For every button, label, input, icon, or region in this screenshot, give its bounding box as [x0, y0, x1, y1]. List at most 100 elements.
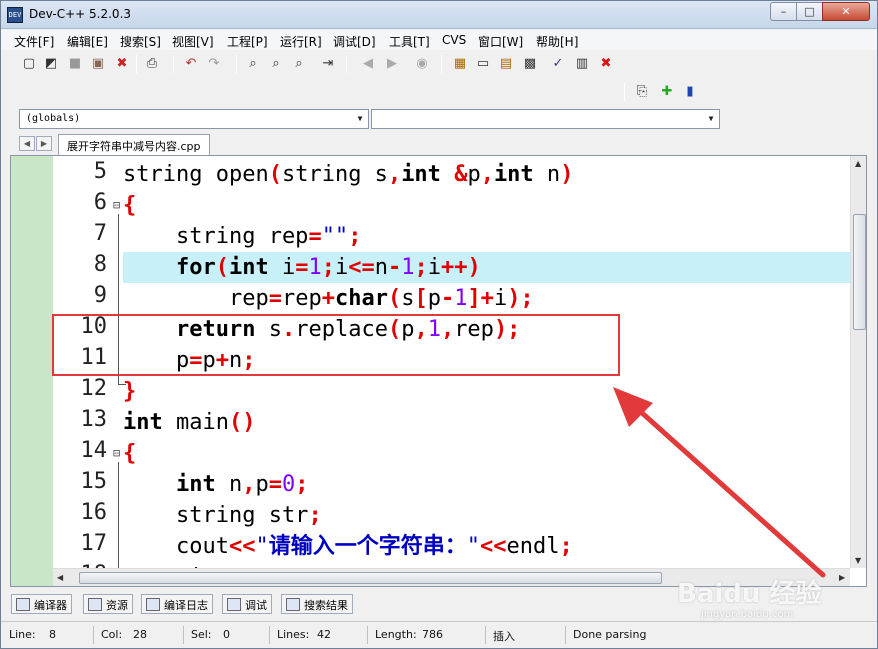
tab-scroll-left-icon[interactable]: ◀ — [19, 136, 35, 151]
tab-debug[interactable]: 调试 — [222, 594, 272, 614]
run-icon[interactable]: ▭ — [473, 54, 493, 74]
open-file-icon[interactable]: ◩ — [41, 54, 61, 74]
status-length-label: Length: — [375, 628, 417, 641]
title-bar[interactable]: DEV Dev-C++ 5.2.0.3 – □ ✕ — [1, 1, 877, 29]
close-button[interactable]: ✕ — [822, 2, 870, 21]
status-line-value: 8 — [49, 628, 56, 641]
next-bookmark-icon[interactable]: ▶ — [382, 54, 402, 74]
resources-icon — [88, 598, 102, 611]
menu-tools[interactable]: 工具[T] — [389, 33, 430, 50]
fold-collapse-icon[interactable]: ⊟ — [113, 446, 120, 460]
scroll-up-icon[interactable]: ▲ — [855, 159, 861, 168]
insert-icon[interactable]: ⎘ — [632, 82, 652, 102]
bookmark-toolbar: ◀ ▶ ◉ — [346, 52, 441, 78]
tab-label: 编译日志 — [164, 599, 208, 612]
toolbar-separator — [346, 55, 347, 73]
menu-run[interactable]: 运行[R] — [280, 33, 322, 50]
line-number: 14 — [80, 438, 108, 463]
scroll-right-icon[interactable]: ▶ — [839, 573, 845, 582]
menu-help[interactable]: 帮助[H] — [536, 33, 578, 50]
tab-label: 调试 — [245, 599, 267, 612]
toolbar-separator — [173, 55, 174, 73]
menu-debug[interactable]: 调试[D] — [333, 33, 376, 50]
toggle-bookmark-icon[interactable]: ◉ — [412, 54, 432, 74]
line-number: 7 — [93, 221, 107, 246]
profile-icon[interactable]: ▥ — [572, 54, 592, 74]
menu-view[interactable]: 视图[V] — [172, 33, 214, 50]
toolbar-separator — [624, 83, 625, 101]
undo-icon[interactable]: ↶ — [181, 54, 201, 74]
toolbar-separator — [236, 55, 237, 73]
syntax-check-icon[interactable]: ✓ — [548, 54, 568, 74]
new-file-icon[interactable]: ▢ — [19, 54, 39, 74]
goto-line-icon[interactable]: ⇥ — [318, 54, 338, 74]
status-insert-mode: 插入 — [493, 630, 515, 643]
add-icon[interactable]: ✚ — [657, 82, 677, 102]
status-separator — [485, 626, 486, 644]
tab-resources[interactable]: 资源 — [83, 594, 133, 614]
close-file-icon[interactable]: ✖ — [112, 54, 132, 74]
compile-run-icon[interactable]: ▤ — [496, 54, 516, 74]
prev-bookmark-icon[interactable]: ◀ — [358, 54, 378, 74]
vertical-scroll-thumb[interactable] — [853, 214, 866, 330]
status-col-label: Col: — [101, 628, 123, 641]
line-number: 12 — [80, 376, 108, 401]
code-line[interactable]: rep=rep+char(s[p-1]+i); — [123, 283, 850, 314]
app-icon[interactable]: DEV — [7, 7, 23, 23]
status-lines-value: 42 — [317, 628, 331, 641]
code-line[interactable]: string open(string s,int &p,int n) — [123, 159, 850, 190]
status-sel-label: Sel: — [191, 628, 212, 641]
current-code-line[interactable]: for(int i=1;i<=n-1;i++) — [123, 252, 850, 283]
line-number: 5 — [93, 159, 107, 184]
stop-icon[interactable]: ✖ — [596, 54, 616, 74]
line-number: 13 — [80, 407, 108, 432]
tab-search-results[interactable]: 搜索结果 — [281, 594, 353, 614]
menu-project[interactable]: 工程[P] — [227, 33, 268, 50]
baidu-watermark: Baidu 经验 — [677, 579, 822, 609]
line-number: 8 — [93, 252, 107, 277]
annotation-arrow — [613, 387, 826, 578]
tab-label: 搜索结果 — [304, 599, 348, 612]
debug-icon — [227, 598, 241, 611]
vertical-scrollbar[interactable]: ▲ ▼ — [850, 156, 866, 568]
line-number: 15 — [80, 469, 108, 494]
compiler-icon — [16, 598, 30, 611]
tab-compile-log[interactable]: 编译日志 — [141, 594, 213, 614]
scroll-down-icon[interactable]: ▼ — [855, 556, 861, 565]
replace-icon[interactable]: ⌕ — [266, 54, 286, 74]
symbol-combobox[interactable]: ▼ — [371, 109, 720, 129]
toggle-icon[interactable]: ▮ — [680, 82, 700, 102]
rebuild-icon[interactable]: ▩ — [520, 54, 540, 74]
print-icon[interactable]: ⎙ — [142, 54, 162, 74]
find-icon[interactable]: ⌕ — [243, 54, 263, 74]
compile-icon[interactable]: ▦ — [450, 54, 470, 74]
file-tab[interactable]: 展开字符串中减号内容.cpp — [58, 134, 210, 155]
save-all-icon[interactable]: ▣ — [88, 54, 108, 74]
menu-edit[interactable]: 编辑[E] — [67, 33, 108, 50]
status-separator — [93, 626, 94, 644]
tab-compiler[interactable]: 编译器 — [11, 594, 72, 614]
maximize-button[interactable]: □ — [796, 2, 823, 21]
fold-line — [118, 462, 119, 572]
fold-collapse-icon[interactable]: ⊟ — [113, 198, 120, 212]
tab-scroll-right-icon[interactable]: ▶ — [36, 136, 52, 151]
chevron-down-icon[interactable]: ▼ — [352, 110, 368, 128]
code-line[interactable]: string rep=""; — [123, 221, 850, 252]
menu-window[interactable]: 窗口[W] — [478, 33, 523, 50]
find-next-icon[interactable]: ⌕ — [289, 54, 309, 74]
status-length-value: 786 — [422, 628, 443, 641]
redo-icon[interactable]: ↷ — [204, 54, 224, 74]
code-line[interactable]: { — [123, 190, 850, 221]
horizontal-scroll-thumb[interactable] — [79, 572, 662, 584]
save-icon[interactable]: ■ — [65, 54, 85, 74]
menu-file[interactable]: 文件[F] — [14, 33, 54, 50]
scroll-left-icon[interactable]: ◀ — [57, 573, 63, 582]
menu-search[interactable]: 搜索[S] — [120, 33, 161, 50]
status-separator — [269, 626, 270, 644]
menu-cvs[interactable]: CVS — [442, 33, 466, 47]
app-window: DEV Dev-C++ 5.2.0.3 – □ ✕ 文件[F] 编辑[E] 搜索… — [0, 0, 878, 649]
minimize-button[interactable]: – — [770, 2, 797, 21]
chevron-down-icon[interactable]: ▼ — [703, 110, 719, 128]
scope-combobox[interactable]: (globals) ▼ — [19, 109, 369, 129]
breakpoint-gutter[interactable] — [11, 156, 53, 586]
